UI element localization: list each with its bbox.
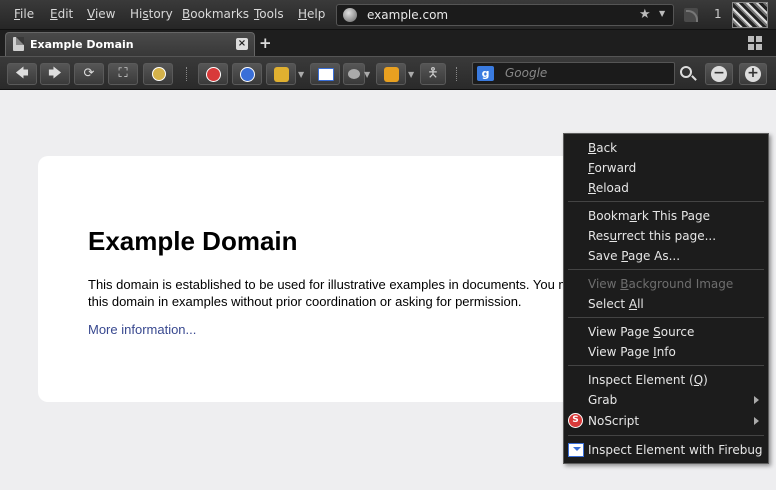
- noscript-icon: S: [568, 413, 583, 428]
- scriptish-button[interactable]: [232, 63, 262, 85]
- menu-edit[interactable]: Edit: [50, 7, 73, 21]
- menu-separator: [568, 435, 764, 436]
- site-identity-icon[interactable]: [343, 8, 357, 22]
- rss-feed-icon[interactable]: [684, 8, 698, 22]
- firebug-button[interactable]: [310, 63, 340, 85]
- menu-bookmarks[interactable]: Bookmarks: [182, 7, 249, 21]
- menu-separator: [568, 317, 764, 318]
- ctx-view-page-source[interactable]: View Page Source: [588, 322, 694, 342]
- home-button[interactable]: [143, 63, 173, 85]
- tab-groups-icon[interactable]: [748, 36, 762, 50]
- ctx-resurrect-page[interactable]: Resurrect this page...: [588, 226, 716, 246]
- ctx-select-all[interactable]: Select All: [588, 294, 644, 314]
- greasemonkey-button[interactable]: [266, 63, 296, 85]
- fullscreen-button[interactable]: ⛶: [108, 63, 138, 85]
- accessibility-button[interactable]: 🯅: [420, 63, 446, 85]
- stylish-icon: [384, 67, 399, 82]
- menubar: File Edit View History Bookmarks Tools H…: [0, 0, 776, 30]
- noscript-icon: [206, 67, 221, 82]
- ctx-save-page-as[interactable]: Save Page As...: [588, 246, 680, 266]
- url-history-dropdown-icon[interactable]: ▼: [659, 9, 665, 18]
- search-input[interactable]: [505, 66, 665, 80]
- ctx-view-page-info[interactable]: View Page Info: [588, 342, 676, 362]
- ctx-bookmark-page[interactable]: Bookmark This Page: [588, 206, 710, 226]
- reload-button[interactable]: ⟳: [74, 63, 104, 85]
- chevron-down-icon[interactable]: ▼: [298, 70, 304, 79]
- tab-title: Example Domain: [30, 38, 134, 51]
- navigation-toolbar: 🡄 🡆 ⟳ ⛶ ▼ ▼ ▼ 🯅 g − +: [0, 56, 776, 90]
- arrow-right-icon: 🡆: [48, 66, 62, 81]
- person-icon: 🯅: [427, 66, 439, 81]
- menu-file[interactable]: File: [14, 7, 34, 21]
- menu-separator: [568, 201, 764, 202]
- menu-separator: [568, 365, 764, 366]
- ctx-forward[interactable]: Forward: [588, 158, 636, 178]
- minus-icon: −: [711, 66, 727, 82]
- home-icon: [152, 67, 166, 81]
- ctx-inspect-with-firebug[interactable]: Inspect Element with Firebug: [588, 440, 763, 460]
- forward-button[interactable]: 🡆: [40, 63, 70, 85]
- search-icon[interactable]: [680, 66, 692, 78]
- ctx-noscript[interactable]: NoScript: [588, 411, 639, 431]
- submenu-arrow-icon: [754, 417, 759, 425]
- context-menu: Back Forward Reload Bookmark This Page R…: [563, 133, 769, 464]
- greasemonkey-icon: [274, 67, 289, 82]
- tab-close-icon[interactable]: ×: [236, 38, 248, 50]
- ctx-view-background-image: View Background Image: [588, 277, 734, 291]
- chevron-down-icon[interactable]: ▼: [364, 70, 370, 79]
- ctx-reload[interactable]: Reload: [588, 178, 629, 198]
- arrow-left-icon: 🡄: [15, 66, 29, 81]
- fullscreen-icon: ⛶: [118, 66, 128, 81]
- addon-button[interactable]: [343, 63, 365, 85]
- url-bar[interactable]: example.com ★ ▼: [336, 4, 674, 26]
- back-button[interactable]: 🡄: [7, 63, 37, 85]
- menu-separator: [568, 269, 764, 270]
- url-text[interactable]: example.com: [367, 8, 448, 22]
- page-title: Example Domain: [88, 226, 298, 256]
- puzzle-icon: [348, 69, 360, 79]
- menu-tools[interactable]: Tools: [254, 7, 284, 21]
- tab-strip: Example Domain × +: [0, 30, 776, 56]
- firebug-inspect-icon: [318, 68, 334, 81]
- zoom-out-button[interactable]: −: [705, 63, 733, 85]
- ctx-grab[interactable]: Grab: [588, 390, 617, 410]
- ctx-inspect-element[interactable]: Inspect Element (Q): [588, 370, 708, 390]
- noscript-button[interactable]: [198, 63, 228, 85]
- toolbar-separator: [456, 67, 458, 81]
- notification-count: 1: [714, 7, 722, 21]
- bookmark-star-icon[interactable]: ★: [639, 7, 651, 22]
- menu-help[interactable]: Help: [298, 7, 325, 21]
- page-description: This domain is established to be used fo…: [88, 277, 608, 309]
- page-content-card: Example Domain This domain is establishe…: [38, 156, 608, 402]
- menu-history[interactable]: History: [130, 7, 173, 21]
- new-tab-button[interactable]: +: [259, 34, 272, 52]
- chevron-down-icon[interactable]: ▼: [408, 70, 414, 79]
- scriptish-icon: [240, 67, 255, 82]
- firebug-inspect-icon: [568, 443, 584, 457]
- google-search-engine-icon[interactable]: g: [477, 66, 494, 81]
- more-information-link[interactable]: More information...: [88, 322, 196, 337]
- search-box[interactable]: g: [472, 62, 675, 85]
- avatar[interactable]: [732, 2, 768, 28]
- menu-view[interactable]: View: [87, 7, 115, 21]
- tab-example-domain[interactable]: Example Domain ×: [5, 32, 255, 56]
- submenu-arrow-icon: [754, 396, 759, 404]
- zoom-in-button[interactable]: +: [739, 63, 767, 85]
- toolbar-separator: [186, 67, 188, 81]
- ctx-back[interactable]: Back: [588, 138, 617, 158]
- stylish-button[interactable]: [376, 63, 406, 85]
- document-icon: [13, 37, 24, 51]
- reload-icon: ⟳: [83, 66, 95, 81]
- plus-icon: +: [745, 66, 761, 82]
